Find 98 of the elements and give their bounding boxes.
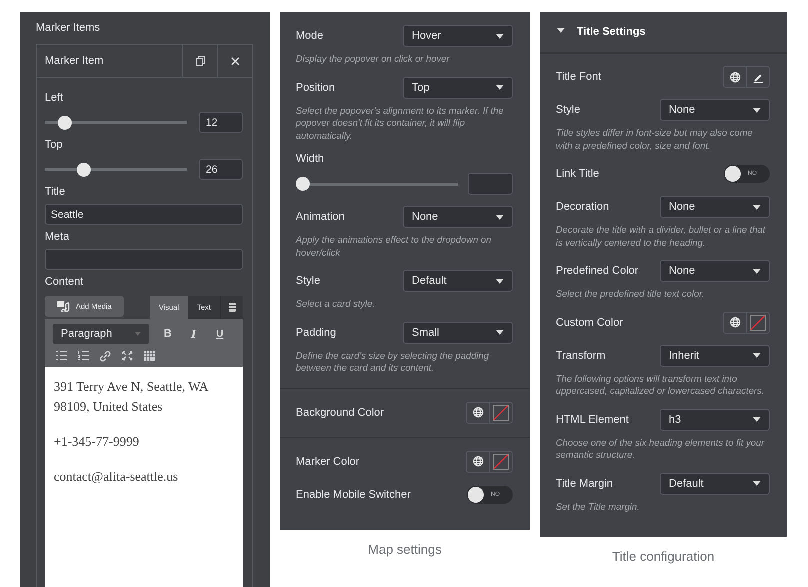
field-label: Meta [45,231,70,243]
field-label: Position [296,82,336,94]
caret-icon [753,481,761,486]
close-icon [230,56,240,66]
select-dropdown[interactable]: Small [403,322,513,344]
panel-caption: Map settings [367,542,443,557]
field-description: Choose one of the six heading elements to fit your semantic structure. [556,436,766,462]
field-label: Title [45,186,66,198]
select-dropdown[interactable]: None [660,260,770,282]
section-heading: Marker Items [36,22,102,36]
field-label: Title Margin [556,478,614,490]
caret-icon [496,34,504,38]
field-description: Set the Title margin. [556,500,641,513]
empty-swatch-icon [493,454,509,470]
field-label: Title Font [556,71,602,83]
select-dropdown[interactable]: None [660,196,770,218]
field-label: Style [556,104,580,116]
globe-icon [730,317,740,328]
field-description: Select the popover's alignment to its marker. If the popover doesn't fit its container, it will flip automatically. [296,104,505,142]
media-icon [57,301,71,312]
field-description: Display the popover on click or hover [296,53,451,66]
caret-icon [496,214,504,220]
toolbar-toggle-button[interactable] [220,296,243,319]
number-field[interactable]: 12 [199,112,243,133]
grid-icon[interactable] [144,351,155,362]
field-description: Decorate the title with a divider, bullet or a line that is vertically centered to the heading. [556,224,767,249]
select-dropdown[interactable]: Default [403,270,513,292]
editor-content-area[interactable]: 391 Terry Ave N, Seattle, WA 98109, United States +1-345-77-9999 contact@alita-seattle.us [45,367,243,587]
bullet-list-icon[interactable] [56,351,67,362]
format-dropdown[interactable]: Paragraph [53,324,149,344]
text-field[interactable]: Seattle [45,204,243,225]
caret-icon [753,268,761,274]
caret-icon [753,204,761,210]
slider-thumb[interactable] [77,162,91,176]
color-picker-button[interactable] [489,452,512,472]
number-field[interactable] [468,173,513,195]
color-picker-button[interactable] [489,402,512,422]
caret-icon [496,278,504,284]
field-label: Link Title [556,168,600,180]
field-description: Title styles differ in font-size but may also come with a predefined color, size and font. [556,127,754,152]
field-description: Define the card's size by selecting the padding between the card and its content. [296,350,490,374]
field-label: Decoration [556,201,610,213]
field-label: Custom Color [556,316,624,328]
field-label: Animation [296,211,345,223]
link-icon[interactable] [100,351,111,362]
field-label: Marker Color [296,456,360,468]
caret-icon [753,353,761,358]
field-label: Left [45,92,64,104]
field-label: Content [45,276,85,288]
slider-thumb[interactable] [296,177,310,191]
field-label: Predefined Color [556,265,639,277]
globe-icon [472,456,484,467]
numbered-list-icon[interactable] [78,351,89,362]
select-dropdown[interactable]: h3 [660,408,770,430]
slider-thumb[interactable] [58,116,72,130]
caret-icon [753,417,761,422]
field-label: Top [45,139,64,151]
select-dropdown[interactable]: Inherit [660,344,770,366]
empty-swatch-icon [493,404,509,420]
number-field[interactable]: 26 [199,159,243,180]
field-description: Select a card style. [296,298,376,310]
format-button[interactable]: B [155,328,181,340]
content-paragraph: contact@alita-seattle.us [54,468,180,486]
select-dropdown[interactable]: Top [403,76,513,98]
item-title[interactable]: Marker Item [37,55,182,67]
select-dropdown[interactable]: Hover [403,25,513,47]
fullscreen-icon[interactable] [122,351,133,362]
field-label: Enable Mobile Switcher [296,488,411,500]
field-label: Background Color [296,406,384,418]
globe-icon [472,407,484,418]
caret-icon [135,332,141,336]
select-dropdown[interactable]: Default [660,472,770,494]
field-description: The following options will transform text into uppercased, capitalized or lowercased characters. [556,372,766,398]
select-dropdown[interactable]: None [403,206,513,228]
field-label: Mode [296,30,324,42]
field-label: Style [296,275,320,287]
field-label: Width [296,153,326,165]
panel-caption: Title configuration [611,549,716,564]
content-paragraph: 391 Terry Ave N, Seattle, WA 98109, United States [54,378,210,416]
field-description: Apply the animations effect to the dropdown on hover/click [296,234,492,259]
globe-icon [730,72,740,82]
section-header[interactable]: Title Settings [540,12,787,53]
format-button[interactable]: U [207,328,233,340]
field-label: Transform [556,350,606,362]
caret-icon [496,85,504,90]
format-button[interactable]: I [181,328,207,340]
caret-icon [753,108,761,112]
caret-icon [496,330,504,335]
field-label: HTML Element [556,414,629,426]
copy-icon [196,56,204,66]
empty-swatch-icon [750,314,766,330]
stack-icon [228,303,236,312]
field-label: Padding [296,326,336,338]
field-description: Select the predefined title text color. [556,288,706,300]
color-picker-button[interactable] [746,312,769,332]
text-field[interactable] [45,249,243,270]
content-paragraph: +1-345-77-9999 [54,433,140,451]
select-dropdown[interactable]: None [660,99,770,121]
